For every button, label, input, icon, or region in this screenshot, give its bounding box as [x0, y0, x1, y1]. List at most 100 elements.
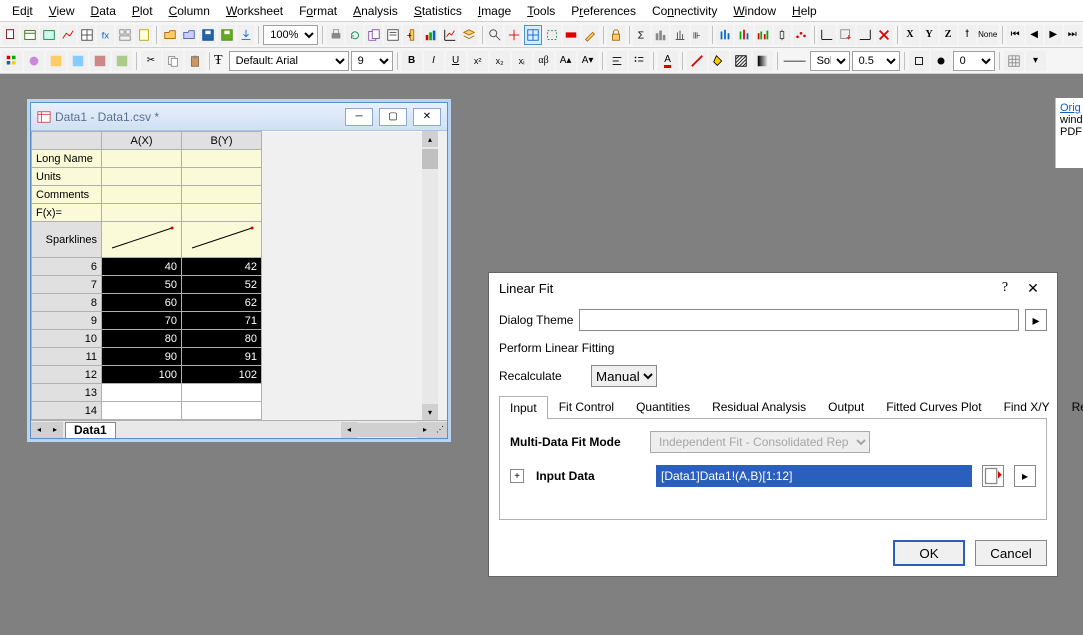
refresh-icon[interactable]	[346, 25, 363, 45]
fontsize-combo[interactable]: 9	[351, 51, 393, 71]
line-color-icon[interactable]	[687, 51, 707, 71]
palette3-icon[interactable]	[46, 51, 66, 71]
data-selector-icon[interactable]	[544, 25, 561, 45]
zoom-combo[interactable]: 100%	[263, 25, 318, 45]
grid-icon[interactable]	[1004, 51, 1024, 71]
row-num-13[interactable]: 13	[32, 384, 102, 402]
box-plot-icon[interactable]	[774, 25, 791, 45]
tab-input[interactable]: Input	[499, 396, 548, 419]
hscroll-thumb[interactable]	[357, 423, 417, 437]
palette6-icon[interactable]	[112, 51, 132, 71]
pattern-icon[interactable]	[731, 51, 751, 71]
save-template-icon[interactable]	[218, 25, 235, 45]
line-style-combo[interactable]: Sol	[810, 51, 850, 71]
last-icon[interactable]: ⏭	[1064, 25, 1081, 45]
cell[interactable]	[182, 384, 262, 402]
prev-icon[interactable]: ◀	[1026, 25, 1043, 45]
text-none-icon[interactable]: None	[978, 25, 998, 45]
underline-icon[interactable]: U	[446, 51, 466, 71]
worksheet-grid[interactable]: A(X) B(Y) Long Name Units Comments F(x)=…	[31, 131, 422, 420]
hscroll-right-icon[interactable]: ▸	[417, 422, 433, 438]
rescale-icon[interactable]	[441, 25, 458, 45]
input-data-menu-button[interactable]: ▸	[1014, 465, 1036, 487]
font-color-icon[interactable]: A	[658, 51, 678, 71]
menu-tools[interactable]: Tools	[519, 4, 563, 18]
menu-plot[interactable]: Plot	[124, 4, 161, 18]
text-err-icon[interactable]: ꝉ	[959, 25, 976, 45]
cell[interactable]: 71	[182, 312, 262, 330]
new-workbook-icon[interactable]	[21, 25, 38, 45]
symbol-fill-icon[interactable]	[931, 51, 951, 71]
menu-statistics[interactable]: Statistics	[406, 4, 470, 18]
font-combo[interactable]: Default: Arial	[229, 51, 349, 71]
palette5-icon[interactable]	[90, 51, 110, 71]
row-num-10[interactable]: 10	[32, 330, 102, 348]
menu-format[interactable]: Format	[291, 4, 345, 18]
paste-icon[interactable]	[185, 51, 205, 71]
barplot-icon[interactable]: ⊪	[691, 25, 708, 45]
row-num-6[interactable]: 6	[32, 258, 102, 276]
data-reader-icon[interactable]	[505, 25, 522, 45]
row-num-9[interactable]: 9	[32, 312, 102, 330]
anova-icon[interactable]	[671, 25, 688, 45]
cell[interactable]: 40	[102, 258, 182, 276]
new-notes-icon[interactable]	[135, 25, 152, 45]
next-icon[interactable]: ▶	[1045, 25, 1062, 45]
fill-color-icon[interactable]	[709, 51, 729, 71]
cell[interactable]: 80	[182, 330, 262, 348]
tab-residual-analysis[interactable]: Residual Analysis	[701, 395, 817, 418]
col-plot2-icon[interactable]	[735, 25, 752, 45]
row-sparklines[interactable]: Sparklines	[32, 222, 102, 258]
column-header-a[interactable]: A(X)	[102, 132, 182, 150]
duplicate-icon[interactable]	[365, 25, 382, 45]
new-excel-icon[interactable]	[40, 25, 57, 45]
text-x-icon[interactable]: X	[902, 25, 919, 45]
tab-quantities[interactable]: Quantities	[625, 395, 701, 418]
new-layout-icon[interactable]	[116, 25, 133, 45]
copy-icon[interactable]	[163, 51, 183, 71]
menu-worksheet[interactable]: Worksheet	[218, 4, 291, 18]
dialog-close-button[interactable]: ✕	[1019, 280, 1047, 297]
graph2d-icon[interactable]	[818, 25, 835, 45]
right-y-icon[interactable]	[857, 25, 874, 45]
cell[interactable]: 90	[102, 348, 182, 366]
text-y-icon[interactable]: Y	[921, 25, 938, 45]
cell[interactable]: 60	[102, 294, 182, 312]
gradient-icon[interactable]	[753, 51, 773, 71]
cell[interactable]: 100	[102, 366, 182, 384]
greek-icon[interactable]: αβ	[534, 51, 554, 71]
line-width-combo[interactable]: 0.5	[852, 51, 900, 71]
superscript-icon[interactable]: x²	[468, 51, 488, 71]
new-project-icon[interactable]	[2, 25, 19, 45]
row-num-14[interactable]: 14	[32, 402, 102, 420]
results-log-icon[interactable]	[384, 25, 401, 45]
scroll-up-icon[interactable]: ▴	[422, 131, 438, 147]
mask-icon[interactable]	[563, 25, 580, 45]
del-layer-icon[interactable]	[876, 25, 893, 45]
tab-find-xy[interactable]: Find X/Y	[993, 395, 1061, 418]
col-plot-icon[interactable]	[716, 25, 733, 45]
bullet-icon[interactable]	[629, 51, 649, 71]
add-layer-icon[interactable]: +	[838, 25, 855, 45]
dialog-help-button[interactable]: ?	[991, 280, 1019, 296]
palette2-icon[interactable]	[24, 51, 44, 71]
italic-icon[interactable]: I	[424, 51, 444, 71]
tab-fit-control[interactable]: Fit Control	[548, 395, 625, 418]
palette4-icon[interactable]	[68, 51, 88, 71]
new-graph-icon[interactable]	[59, 25, 76, 45]
menu-edit[interactable]: Edit	[4, 4, 41, 18]
cell[interactable]: 42	[182, 258, 262, 276]
cancel-button[interactable]: Cancel	[975, 540, 1047, 566]
menu-image[interactable]: Image	[470, 4, 519, 18]
input-data-field[interactable]: [Data1]Data1!(A,B)[1:12]	[656, 465, 972, 487]
menu-connectivity[interactable]: Connectivity	[644, 4, 725, 18]
row-fx[interactable]: F(x)=	[32, 204, 102, 222]
add-col-icon[interactable]: +	[403, 25, 420, 45]
plot-setup-icon[interactable]	[422, 25, 439, 45]
row-num-11[interactable]: 11	[32, 348, 102, 366]
minimize-button[interactable]: ─	[345, 108, 373, 126]
row-units[interactable]: Units	[32, 168, 102, 186]
recalculate-select[interactable]: Manual	[591, 365, 657, 387]
draw-icon[interactable]	[582, 25, 599, 45]
cell[interactable]: 52	[182, 276, 262, 294]
